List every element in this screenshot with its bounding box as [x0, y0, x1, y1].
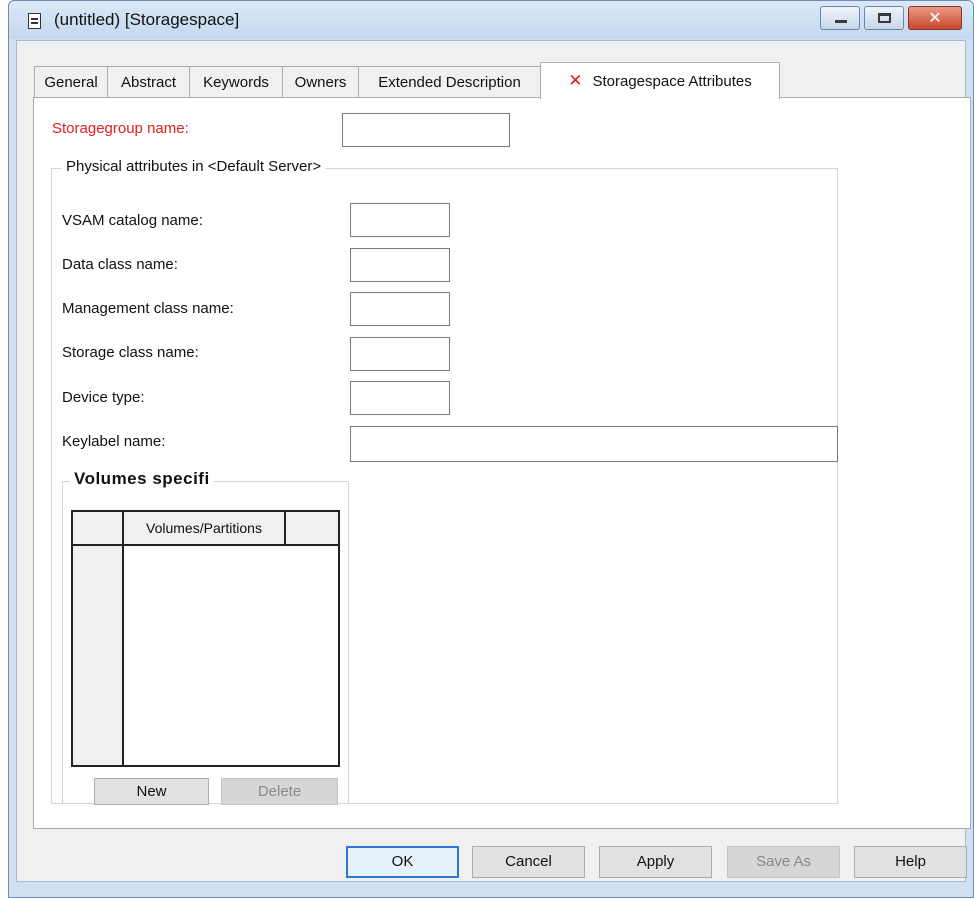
device-type-label: Device type:	[62, 389, 145, 406]
storage-class-name-input[interactable]	[350, 337, 450, 371]
data-class-name-input[interactable]	[350, 248, 450, 282]
help-button[interactable]: Help	[854, 846, 967, 878]
grid-corner-cell[interactable]	[73, 512, 124, 546]
apply-button[interactable]: Apply	[599, 846, 712, 878]
tab-label: Abstract	[120, 74, 177, 91]
maximize-icon	[878, 13, 891, 23]
tab-abstract[interactable]: Abstract	[107, 66, 190, 98]
window-title: (untitled) [Storagespace]	[54, 10, 240, 29]
keylabel-name-label: Keylabel name:	[62, 433, 166, 450]
tab-label: Keywords	[203, 74, 269, 91]
close-button[interactable]: ✕	[908, 6, 962, 30]
keylabel-name-input[interactable]	[350, 426, 838, 462]
tab-label: General	[44, 74, 98, 91]
cancel-button[interactable]: Cancel	[472, 846, 585, 878]
management-class-name-input[interactable]	[350, 292, 450, 326]
tab-label: Owners	[294, 74, 347, 91]
storage-class-name-label: Storage class name:	[62, 344, 199, 361]
storagegroup-name-input[interactable]	[342, 113, 510, 147]
new-volume-button[interactable]: New	[94, 778, 209, 805]
volumes-grid[interactable]: Volumes/Partitions	[71, 510, 340, 767]
physical-attributes-title: Physical attributes in <Default Server>	[62, 158, 326, 175]
ok-button[interactable]: OK	[346, 846, 459, 878]
data-class-name-label: Data class name:	[62, 256, 178, 273]
management-class-name-label: Management class name:	[62, 300, 234, 317]
tab-extended-description[interactable]: Extended Description	[358, 66, 541, 98]
tab-label: Storagespace Attributes	[592, 73, 752, 90]
device-type-input[interactable]	[350, 381, 450, 415]
vsam-catalog-name-input[interactable]	[350, 203, 450, 237]
delete-volume-button[interactable]: Delete	[221, 778, 338, 805]
grid-column-header[interactable]: Volumes/Partitions	[124, 512, 286, 546]
red-x-icon: ✕	[568, 71, 583, 90]
tab-label: Extended Description	[378, 74, 521, 91]
volumes-group-title: Volumes specifi	[70, 469, 214, 489]
minimize-icon	[835, 20, 847, 23]
close-icon: ✕	[928, 10, 942, 27]
tab-storagespace-attributes[interactable]: ✕ Storagespace Attributes	[540, 62, 780, 99]
tab-general[interactable]: General	[34, 66, 108, 98]
tab-keywords[interactable]: Keywords	[189, 66, 283, 98]
grid-row-header-column	[73, 546, 124, 765]
save-as-button[interactable]: Save As	[727, 846, 840, 878]
grid-column-header-empty[interactable]	[286, 512, 338, 546]
minimize-button[interactable]	[820, 6, 860, 30]
maximize-button[interactable]	[864, 6, 904, 30]
vsam-catalog-name-label: VSAM catalog name:	[62, 212, 203, 229]
document-icon	[28, 13, 41, 29]
storagegroup-name-label: Storagegroup name:	[52, 120, 189, 137]
tab-owners[interactable]: Owners	[282, 66, 359, 98]
